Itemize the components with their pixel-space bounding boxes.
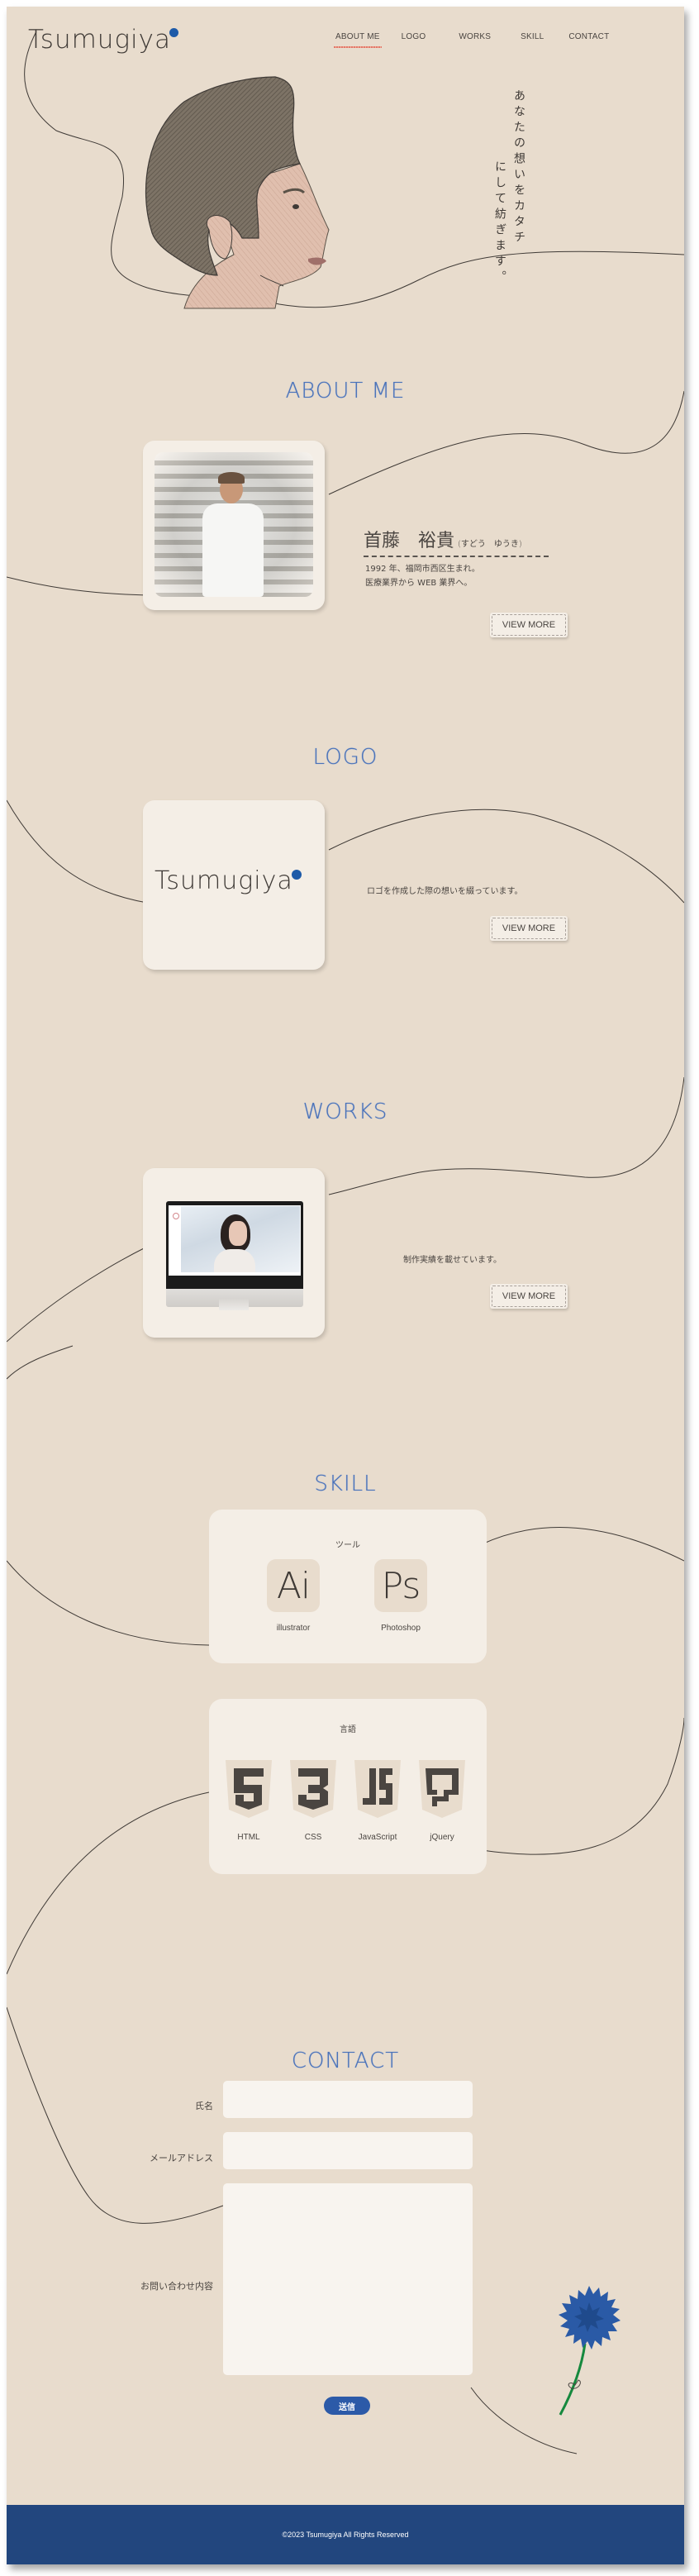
languages-card: 言語 HTML CSS JavaScript jQuery <box>209 1699 487 1874</box>
footer: ©2023 Tsumugiya All Rights Reserved <box>7 2505 684 2564</box>
profile-text-2: 医療業界から WEB 業界へ。 <box>365 579 473 588</box>
monitor-mockup <box>166 1201 303 1307</box>
logo-image: Tsumugiya <box>155 866 302 895</box>
catch-copy-line2: にして紡ぎます。 <box>493 160 506 286</box>
profile-name-kanji: 首藤 裕貴 <box>364 531 455 551</box>
logo-dot-icon <box>169 28 179 37</box>
logo-description: ロゴを作成した際の想いを綴っています。 <box>367 887 523 896</box>
page: Tsumugiya ABOUT ME LOGO WORKS SKILL CONT… <box>7 7 684 2564</box>
illustrator-icon: Ai <box>267 1559 320 1612</box>
jquery-icon <box>419 1760 465 1818</box>
languages-heading: 言語 <box>340 1725 356 1734</box>
tools-heading: ツール <box>335 1541 360 1550</box>
main-nav: ABOUT ME LOGO WORKS SKILL CONTACT <box>334 32 609 48</box>
profile-name-kana: (すどう ゆうき) <box>458 540 522 549</box>
profile-text-1: 1992 年、福岡市西区生まれ。 <box>365 565 480 574</box>
site-logo[interactable]: Tsumugiya <box>28 25 179 55</box>
tool-label-photoshop: Photoshop <box>381 1624 421 1633</box>
logo-view-more-button[interactable]: VIEW MORE <box>490 916 568 941</box>
site-logo-text: Tsumugiya <box>28 25 172 55</box>
html5-icon <box>226 1760 272 1818</box>
portrait-illustration <box>145 76 330 309</box>
works-card <box>143 1168 325 1338</box>
label-message: お問い合わせ内容 <box>140 2281 213 2292</box>
cornflower-icon <box>559 2286 621 2416</box>
works-screenshot <box>181 1206 300 1272</box>
profile-photo-card <box>143 441 325 610</box>
submit-button[interactable]: 送信 <box>324 2397 370 2415</box>
catch-copy-line1: あなたの想いをカタチ <box>512 89 525 246</box>
tool-label-illustrator: illustrator <box>276 1624 311 1633</box>
lang-label-css: CSS <box>304 1833 322 1842</box>
works-description: 制作実績を載せています。 <box>403 1256 502 1265</box>
nav-skill[interactable]: SKILL <box>521 32 544 41</box>
lang-label-html: HTML <box>237 1833 260 1842</box>
section-title-about: ABOUT ME <box>285 379 406 403</box>
name-input[interactable] <box>223 2081 473 2118</box>
logo-card: Tsumugiya <box>143 800 325 970</box>
nav-logo[interactable]: LOGO <box>402 32 426 41</box>
message-textarea[interactable] <box>223 2183 473 2375</box>
css3-icon <box>290 1760 336 1818</box>
copyright-text: ©2023 Tsumugiya All Rights Reserved <box>282 2531 409 2539</box>
label-email: メールアドレス <box>150 2153 213 2163</box>
section-title-logo: LOGO <box>312 745 378 770</box>
lang-label-javascript: JavaScript <box>358 1833 397 1842</box>
about-view-more-button[interactable]: VIEW MORE <box>490 613 568 637</box>
section-title-contact: CONTACT <box>291 2049 400 2073</box>
profile-name: 首藤 裕貴 (すどう ゆうき) <box>364 526 522 552</box>
email-input[interactable] <box>223 2132 473 2169</box>
section-title-works: WORKS <box>302 1100 388 1124</box>
nav-contact[interactable]: CONTACT <box>568 32 609 41</box>
profile-photo <box>155 452 313 597</box>
photoshop-icon: Ps <box>374 1559 427 1612</box>
logo-dot-icon <box>291 870 302 880</box>
monitor-stand <box>219 1299 249 1310</box>
works-view-more-button[interactable]: VIEW MORE <box>490 1284 568 1309</box>
javascript-icon <box>354 1760 401 1818</box>
tools-card: ツール Ai illustrator Ps Photoshop <box>209 1510 487 1663</box>
lang-label-jquery: jQuery <box>430 1833 454 1842</box>
label-name: 氏名 <box>195 2101 213 2111</box>
nav-works[interactable]: WORKS <box>459 32 491 41</box>
section-title-skill: SKILL <box>314 1472 377 1496</box>
name-divider <box>364 556 549 557</box>
person-shirt <box>202 503 264 597</box>
nav-about-me[interactable]: ABOUT ME <box>334 32 382 48</box>
